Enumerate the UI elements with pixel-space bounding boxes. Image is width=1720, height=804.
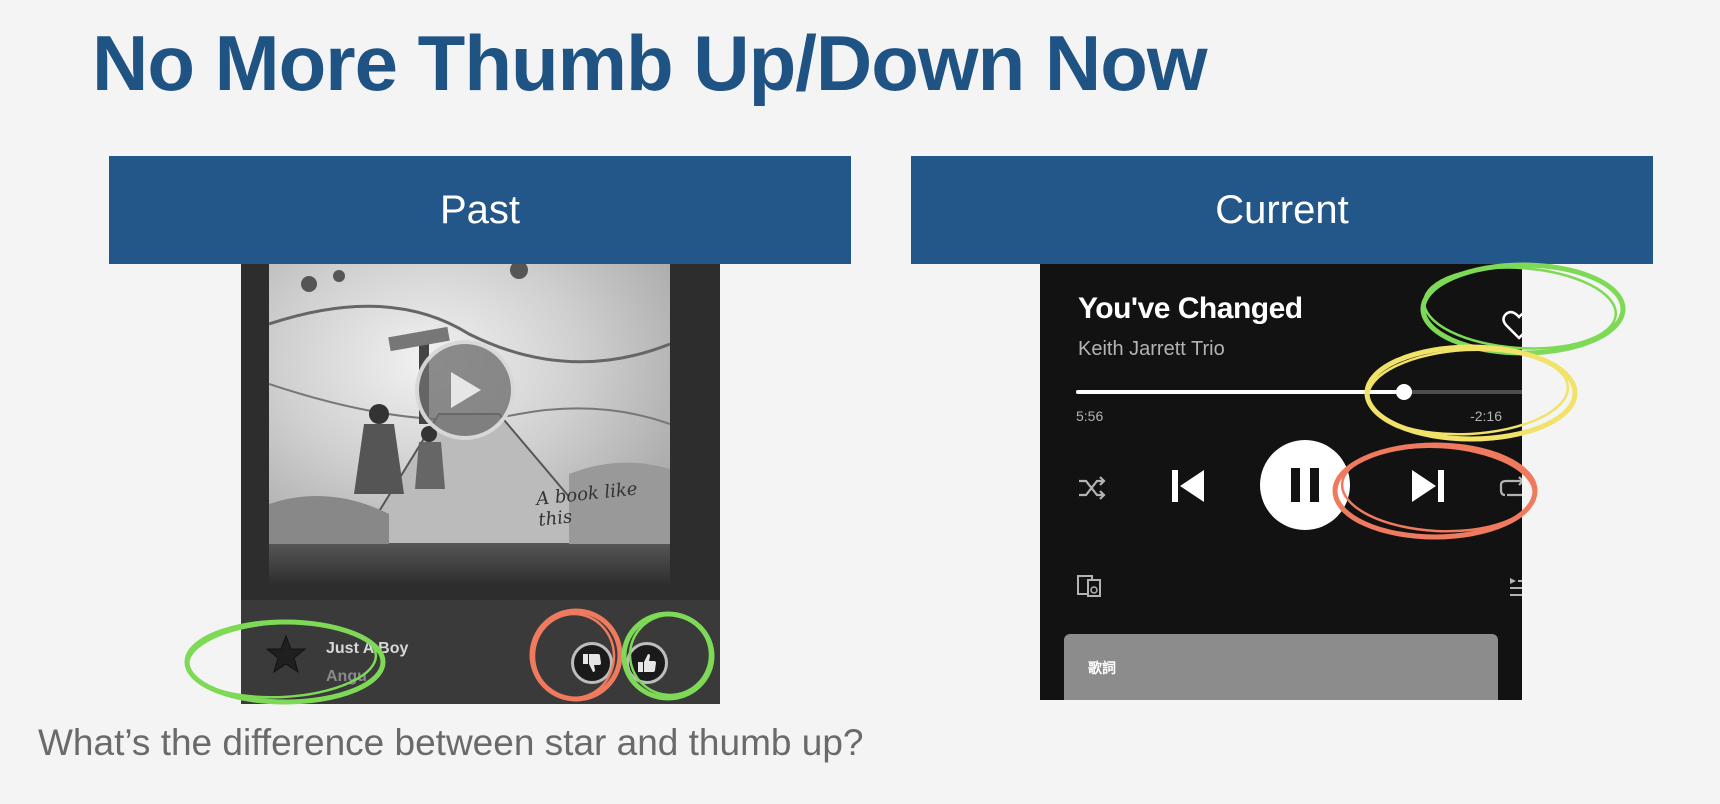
thumb-down-button[interactable] bbox=[571, 642, 613, 684]
queue-icon[interactable] bbox=[1508, 576, 1522, 598]
lyrics-card[interactable]: 歌詞 bbox=[1064, 634, 1498, 700]
next-button[interactable] bbox=[1404, 462, 1452, 510]
heart-icon[interactable] bbox=[1502, 310, 1522, 340]
song-artist: Keith Jarrett Trio bbox=[1078, 338, 1225, 360]
time-remaining: -2:16 bbox=[1470, 408, 1502, 424]
play-button[interactable] bbox=[415, 340, 515, 440]
pause-button[interactable] bbox=[1260, 440, 1350, 530]
current-header-label: Current bbox=[1215, 187, 1349, 232]
lyrics-label: 歌詞 bbox=[1088, 660, 1116, 676]
previous-button[interactable] bbox=[1164, 462, 1212, 510]
progress-knob[interactable] bbox=[1396, 384, 1413, 400]
album-reflection bbox=[269, 544, 670, 586]
devices-icon[interactable] bbox=[1076, 574, 1104, 598]
slide-caption: What’s the difference between star and t… bbox=[38, 722, 864, 763]
past-header-label: Past bbox=[439, 187, 521, 232]
progress-fill bbox=[1076, 390, 1405, 394]
slide-title: No More Thumb Up/Down Now bbox=[92, 19, 1208, 107]
shuffle-icon bbox=[1079, 476, 1106, 500]
star-icon[interactable] bbox=[266, 634, 306, 674]
track-title: Just A Boy bbox=[326, 640, 409, 657]
repeat-icon bbox=[1499, 476, 1522, 497]
thumb-up-icon bbox=[638, 654, 656, 672]
current-header: Current bbox=[911, 156, 1653, 264]
repeat-button[interactable] bbox=[1496, 470, 1522, 506]
past-player-screenshot: A book like this Just A Boy Angu bbox=[241, 264, 720, 704]
time-elapsed: 5:56 bbox=[1076, 408, 1104, 424]
progress-bar[interactable] bbox=[1076, 384, 1522, 400]
next-icon bbox=[1412, 470, 1444, 502]
thumb-up-button[interactable] bbox=[626, 642, 668, 684]
current-player-screenshot: You've Changed Keith Jarrett Trio 5:56 -… bbox=[1040, 264, 1522, 700]
past-header: Past bbox=[109, 156, 851, 264]
thumb-down-icon bbox=[583, 654, 601, 672]
previous-icon bbox=[1172, 470, 1204, 502]
song-title: You've Changed bbox=[1078, 292, 1303, 325]
pause-icon bbox=[1291, 468, 1319, 502]
shuffle-button[interactable] bbox=[1074, 470, 1110, 506]
play-icon bbox=[451, 372, 481, 408]
track-artist: Angu bbox=[326, 668, 367, 685]
